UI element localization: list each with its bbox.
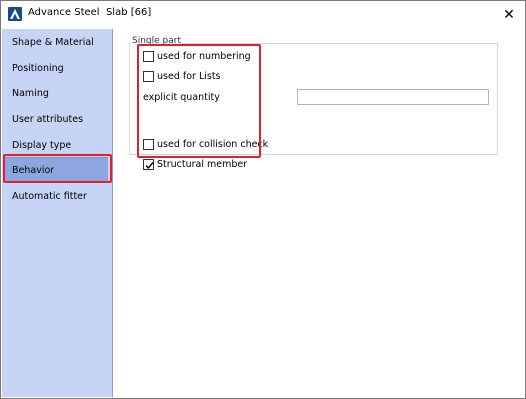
app-name: Advance Steel [28,7,100,18]
annotation-highlight-box [137,44,261,158]
dialog-window: Advance Steel Slab [66] ✕ Shape & Materi… [0,0,526,399]
close-icon: ✕ [503,6,515,23]
object-title: Slab [66] [105,7,152,18]
sidebar-item-shape-material[interactable]: Shape & Material [12,35,94,51]
annotation-highlight-box [3,154,112,183]
explicit-quantity-input[interactable] [297,89,489,105]
sidebar-item-automatic-fitter[interactable]: Automatic fitter [12,189,87,205]
sidebar-item-display-type[interactable]: Display type [12,138,71,154]
sidebar-item-user-attributes[interactable]: User attributes [12,112,83,128]
sidebar-item-naming[interactable]: Naming [12,86,49,102]
title-bar[interactable]: Advance Steel Slab [66] ✕ [1,1,525,28]
advance-steel-logo-icon [8,7,22,21]
checkmark-icon [145,162,154,170]
window-title: Advance Steel Slab [66] [28,7,151,18]
structural-member-checkbox[interactable] [143,159,154,170]
sidebar-item-positioning[interactable]: Positioning [12,61,64,77]
close-button[interactable]: ✕ [493,1,525,28]
sidebar: Shape & Material Positioning Naming User… [2,29,113,397]
structural-member-label[interactable]: Structural member [157,159,247,171]
